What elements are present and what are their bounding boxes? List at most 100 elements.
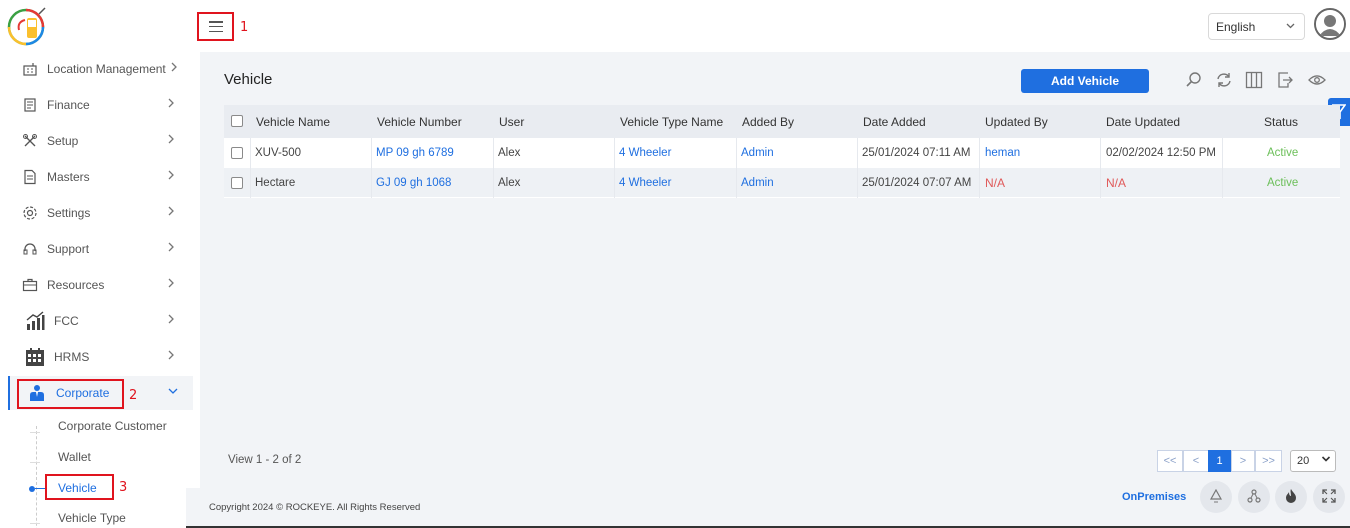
submenu-item-corporate-customer[interactable]: Corporate Customer: [58, 419, 167, 433]
next-page-button[interactable]: >: [1231, 450, 1255, 472]
cell-vehicle-type[interactable]: 4 Wheeler: [619, 177, 671, 189]
cell-divider: [857, 138, 858, 168]
refresh-icon[interactable]: [1215, 71, 1233, 89]
sidebar-item-setup[interactable]: Setup: [0, 124, 193, 158]
sidebar-item-hrms[interactable]: HRMS: [0, 340, 193, 374]
deployment-mode-label: OnPremises: [1122, 491, 1187, 503]
column-header-vehicle-name[interactable]: Vehicle Name: [256, 115, 330, 129]
cell-date-added: 25/01/2024 07:11 AM: [862, 147, 971, 159]
table-row[interactable]: XUV-500 MP 09 gh 6789 Alex 4 Wheeler Adm…: [224, 138, 1340, 168]
cell-vehicle-number[interactable]: MP 09 gh 6789: [376, 147, 454, 159]
chevron-right-icon: [167, 277, 175, 292]
expand-icon: [1322, 488, 1336, 506]
location-icon: [22, 61, 38, 77]
submenu-item-wallet[interactable]: Wallet: [58, 450, 91, 464]
select-all-checkbox[interactable]: [231, 115, 243, 127]
chevron-down-icon: [167, 385, 179, 400]
document-icon: [22, 169, 38, 185]
chevron-right-icon: [167, 313, 175, 328]
network-button[interactable]: [1238, 481, 1270, 513]
cell-divider: [736, 138, 737, 168]
chevron-right-icon: [167, 133, 175, 148]
finance-icon: [22, 97, 38, 113]
page-button-current[interactable]: 1: [1208, 450, 1231, 472]
eye-icon[interactable]: [1308, 71, 1326, 89]
cell-vehicle-type[interactable]: 4 Wheeler: [619, 147, 671, 159]
page-size-select[interactable]: 20: [1290, 450, 1336, 472]
annotation-box-corporate: [17, 379, 124, 409]
submenu-tick: [30, 432, 40, 433]
annotation-label-3: 3: [119, 480, 128, 495]
add-vehicle-button[interactable]: Add Vehicle: [1021, 69, 1149, 93]
vehicle-table: Vehicle Name Vehicle Number User Vehicle…: [224, 105, 1340, 198]
sidebar: Location Management Finance Setup Master…: [0, 52, 200, 528]
column-header-vehicle-type-name[interactable]: Vehicle Type Name: [620, 115, 723, 129]
record-count: View 1 - 2 of 2: [228, 454, 302, 466]
cell-status: Active: [1267, 177, 1299, 189]
sidebar-item-label: FCC: [54, 314, 79, 328]
cell-divider: [614, 138, 615, 168]
search-icon[interactable]: [1185, 71, 1203, 89]
fullscreen-button[interactable]: [1313, 481, 1345, 513]
cell-divider: [1100, 138, 1101, 168]
cell-updated-by[interactable]: heman: [985, 147, 1020, 159]
column-header-user[interactable]: User: [499, 115, 524, 129]
annotation-label-2: 2: [129, 388, 138, 403]
columns-icon[interactable]: [1245, 71, 1263, 89]
column-header-date-updated[interactable]: Date Updated: [1106, 115, 1180, 129]
cell-divider: [493, 168, 494, 198]
sidebar-item-label: Settings: [47, 206, 91, 220]
submenu-tick: [30, 523, 40, 524]
cell-vehicle-name: Hectare: [255, 177, 296, 189]
page-title: Vehicle: [224, 71, 273, 88]
column-header-date-added[interactable]: Date Added: [863, 115, 926, 129]
cell-updated-by: N/A: [985, 176, 1006, 190]
active-indicator-line: [35, 488, 45, 489]
cell-date-updated: 02/02/2024 12:50 PM: [1106, 147, 1216, 159]
sidebar-item-masters[interactable]: Masters: [0, 160, 193, 194]
annotation-box-vehicle: [45, 474, 114, 500]
chevron-right-icon: [170, 61, 178, 76]
last-page-button[interactable]: >>: [1255, 450, 1282, 472]
submenu-tick: [30, 462, 40, 463]
cell-added-by[interactable]: Admin: [741, 177, 774, 189]
recycle-button[interactable]: [1200, 481, 1232, 513]
prev-page-button[interactable]: <: [1183, 450, 1209, 472]
sidebar-item-resources[interactable]: Resources: [0, 268, 193, 302]
cell-divider: [857, 168, 858, 198]
network-icon: [1247, 488, 1261, 506]
first-page-button[interactable]: <<: [1157, 450, 1183, 472]
cell-added-by[interactable]: Admin: [741, 147, 774, 159]
sidebar-item-settings[interactable]: Settings: [0, 196, 193, 230]
table-row[interactable]: Hectare GJ 09 gh 1068 Alex 4 Wheeler Adm…: [224, 168, 1340, 198]
briefcase-icon: [22, 277, 38, 293]
column-header-added-by[interactable]: Added By: [742, 115, 794, 129]
chevron-right-icon: [167, 169, 175, 184]
chevron-right-icon: [167, 241, 175, 256]
cell-date-updated: N/A: [1106, 176, 1127, 190]
chevron-right-icon: [167, 349, 175, 364]
page-size-value: 20: [1297, 455, 1310, 467]
cell-user: Alex: [498, 147, 521, 159]
export-icon[interactable]: [1276, 71, 1294, 89]
app-logo[interactable]: [7, 6, 47, 46]
cell-divider: [1100, 168, 1101, 198]
hamburger-icon: [208, 21, 223, 32]
cell-vehicle-number[interactable]: GJ 09 gh 1068: [376, 177, 451, 189]
submenu-item-vehicle-type[interactable]: Vehicle Type: [58, 511, 126, 525]
column-header-vehicle-number[interactable]: Vehicle Number: [377, 115, 462, 129]
cell-divider: [1222, 168, 1223, 198]
cell-divider: [979, 138, 980, 168]
sidebar-item-fcc[interactable]: FCC: [0, 304, 193, 338]
language-select[interactable]: English: [1208, 13, 1305, 40]
sidebar-item-support[interactable]: Support: [0, 232, 193, 266]
row-checkbox[interactable]: [231, 147, 243, 159]
user-avatar[interactable]: [1314, 8, 1346, 40]
sidebar-item-location-management[interactable]: Location Management: [0, 52, 193, 86]
column-header-updated-by[interactable]: Updated By: [985, 115, 1048, 129]
fire-button[interactable]: [1275, 481, 1307, 513]
column-header-status[interactable]: Status: [1264, 115, 1298, 129]
row-checkbox[interactable]: [231, 177, 243, 189]
menu-toggle-button[interactable]: [197, 12, 234, 41]
sidebar-item-finance[interactable]: Finance: [0, 88, 193, 122]
